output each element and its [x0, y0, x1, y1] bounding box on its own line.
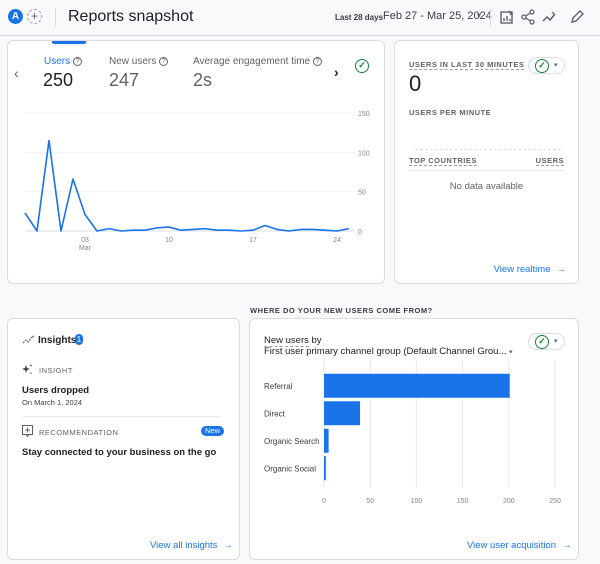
insights-card [7, 318, 240, 560]
account-avatar[interactable]: A [8, 9, 23, 24]
insights-icon [22, 335, 35, 344]
y-tick-label: 0 [358, 229, 362, 236]
metric-label: New users [109, 56, 157, 67]
date-preset-chip[interactable]: Last 28 days [333, 12, 386, 23]
realtime-users-title[interactable]: Users in last 30 minutes [409, 60, 525, 70]
y-tick-label: 150 [358, 111, 370, 118]
overview-card: ‹ Users? 250 New users? 247 Average enga… [7, 40, 385, 284]
chevron-down-icon: ▾ [509, 349, 513, 356]
add-comparison-button[interactable]: + [27, 9, 42, 24]
dimension-label: First user primary channel group (Defaul… [264, 346, 507, 357]
arrow-right-icon: → [556, 264, 567, 275]
bar [324, 428, 329, 453]
category-label: Organic Search [264, 437, 320, 446]
insights-title: Insights [38, 335, 77, 346]
recommendation-caption: Recommendation [39, 428, 119, 437]
insight-title[interactable]: Users dropped [22, 385, 89, 396]
y-tick-label: 100 [358, 150, 370, 157]
no-data-message: No data available [449, 181, 524, 192]
realtime-users-value: 0 [409, 71, 422, 96]
help-icon[interactable]: ? [313, 57, 323, 66]
acquisition-quality-dropdown[interactable]: ✓ ▾ [528, 333, 565, 350]
acquisition-bar-chart: 0 50 100 150 200 250 Referral Direct Organic Sea… [264, 360, 561, 505]
acquisition-section-title: WHERE DO YOUR NEW USERS COME FROM? [250, 306, 433, 315]
chevron-down-icon[interactable]: ▾ [477, 11, 481, 20]
top-bar: A + Reports snapshot Last 28 days Feb 27… [0, 0, 600, 36]
realtime-quality-dropdown[interactable]: ✓ ▾ [528, 57, 565, 74]
metric-value: 250 [43, 70, 74, 90]
x-tick-label: 10 [165, 237, 173, 244]
x-tick-label: 250 [549, 498, 561, 505]
x-tick-label: 200 [503, 498, 515, 505]
data-quality-check-icon: ✓ [535, 335, 549, 349]
insights-icon[interactable] [542, 9, 558, 25]
date-range-picker[interactable]: Feb 27 - Mar 25, 2024 [383, 10, 492, 22]
edit-icon[interactable] [569, 9, 585, 25]
metric-label: Users [44, 56, 71, 67]
insights-count-badge: 1 [75, 334, 83, 345]
chevron-down-icon: ▾ [554, 62, 558, 69]
insight-caption: Insight [39, 366, 73, 375]
data-quality-check-icon: ✓ [535, 59, 549, 73]
x-tick-label: 24 [333, 237, 341, 244]
users-series-line [24, 139, 350, 232]
acquisition-title: New users by [264, 335, 322, 347]
page-title: Reports snapshot [68, 8, 194, 25]
category-label: Referral [264, 382, 293, 391]
table-divider [409, 170, 564, 171]
active-tab-indicator [52, 41, 86, 44]
x-tick-label: 100 [411, 498, 423, 505]
x-tick-label: 03 [81, 237, 89, 244]
x-tick-label: 150 [457, 498, 469, 505]
bar [324, 456, 326, 481]
view-realtime-link[interactable]: View realtime → [494, 264, 566, 275]
view-user-acquisition-link[interactable]: View user acquisition → [467, 540, 572, 551]
by-label: by [311, 335, 322, 346]
x-tick-label: 17 [249, 237, 257, 244]
recommendation-title[interactable]: Stay connected to your business on the g… [22, 447, 216, 458]
sparkle-icon [22, 364, 33, 375]
view-all-insights-link[interactable]: View all insights → [150, 540, 233, 551]
users-column-header[interactable]: Users [535, 156, 564, 166]
metric-value: 247 [109, 70, 140, 90]
customize-report-icon[interactable] [499, 9, 515, 25]
arrow-right-icon: → [223, 540, 233, 551]
header-divider [490, 9, 491, 26]
help-icon[interactable]: ? [159, 57, 169, 66]
category-label: Organic Social [264, 464, 316, 473]
bar [324, 373, 510, 398]
users-line-chart: 0 50 100 150 03Mar 10 17 24 [24, 111, 370, 251]
users-per-minute-label: Users per minute [409, 108, 492, 117]
next-metrics-arrow[interactable]: › [334, 64, 339, 80]
insights-divider [22, 416, 221, 417]
data-quality-check-icon[interactable]: ✓ [355, 59, 369, 73]
dimension-selector[interactable]: First user primary channel group (Defaul… [264, 346, 513, 357]
category-label: Direct [264, 409, 286, 418]
x-tick-label: 0 [322, 498, 326, 505]
metric-value: 2s [193, 70, 213, 90]
new-badge: New [201, 426, 225, 436]
help-icon[interactable]: ? [73, 57, 83, 66]
link-label: View realtime [493, 264, 551, 275]
recommendation-icon [22, 425, 33, 437]
x-tick-sublabel: Mar [79, 245, 92, 251]
chevron-down-icon: ▾ [554, 338, 558, 345]
metric-label: Average engagement time [193, 56, 311, 67]
realtime-card: Users in last 30 minutes 0 ✓ ▾ Users per… [394, 40, 579, 284]
arrow-right-icon: → [562, 540, 572, 551]
per-minute-baseline [415, 149, 561, 150]
y-tick-label: 50 [358, 190, 366, 197]
insight-date: On March 1, 2024 [22, 398, 83, 407]
x-tick-label: 50 [366, 498, 374, 505]
share-icon[interactable] [520, 9, 536, 25]
previous-metrics-arrow[interactable]: ‹ [14, 65, 19, 81]
top-countries-header[interactable]: Top countries [409, 156, 477, 166]
link-label: View all insights [150, 540, 218, 551]
bar [324, 401, 361, 426]
header-divider [55, 8, 56, 26]
link-label: View user acquisition [467, 540, 557, 551]
